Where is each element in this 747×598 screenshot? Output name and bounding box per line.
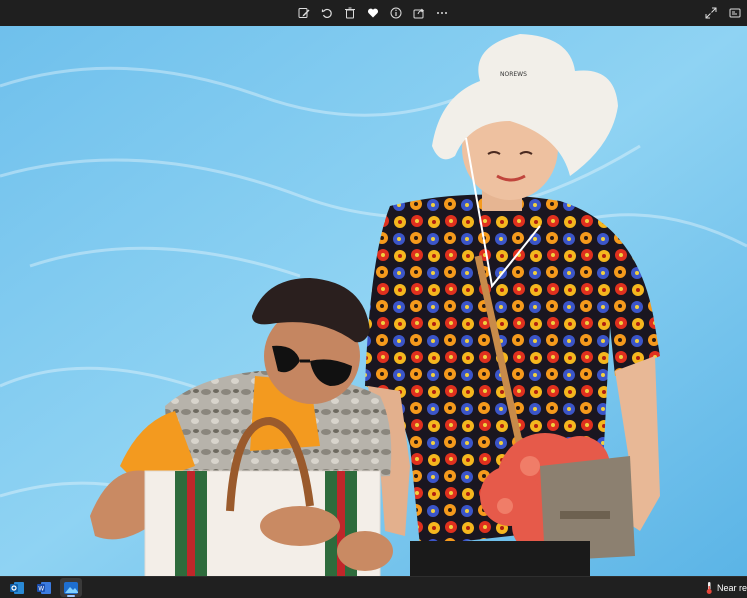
more-options-button[interactable] (434, 0, 450, 26)
favorite-button[interactable] (365, 0, 381, 26)
delete-icon (345, 7, 355, 19)
word-app-icon: W (37, 581, 51, 594)
edit-image-icon (298, 8, 310, 18)
slideshow-icon (729, 8, 741, 18)
photo-viewer-toolbar (0, 0, 747, 26)
share-icon (413, 8, 425, 19)
favorite-heart-icon (367, 8, 379, 18)
share-button[interactable] (411, 0, 427, 26)
thermometer-icon (706, 581, 712, 594)
edit-image-button[interactable] (296, 0, 312, 26)
outlook-app-icon (10, 581, 24, 594)
more-options-icon (437, 12, 447, 14)
taskbar: W Near re (0, 576, 747, 598)
file-info-icon (390, 7, 402, 19)
taskbar-word-button[interactable]: W (33, 578, 55, 597)
svg-text:W: W (38, 585, 44, 592)
photo-image: NOREWS (0, 26, 747, 576)
fullscreen-icon (705, 7, 717, 19)
toolbar-actions (296, 0, 450, 26)
fullscreen-button[interactable] (703, 0, 719, 26)
rotate-button[interactable] (319, 0, 335, 26)
taskbar-outlook-button[interactable] (6, 578, 28, 597)
weather-text: Near re (717, 582, 747, 593)
photos-app-icon (64, 581, 78, 594)
slideshow-button[interactable] (727, 0, 743, 26)
hat-text: NOREWS (500, 71, 527, 78)
photo-canvas[interactable]: NOREWS (0, 26, 747, 576)
file-info-button[interactable] (388, 0, 404, 26)
rotate-icon (321, 8, 332, 19)
toolbar-right-actions (703, 0, 743, 26)
weather-widget[interactable]: Near re (704, 577, 747, 598)
active-indicator (67, 595, 75, 597)
delete-button[interactable] (342, 0, 358, 26)
taskbar-photos-button[interactable] (60, 578, 82, 597)
